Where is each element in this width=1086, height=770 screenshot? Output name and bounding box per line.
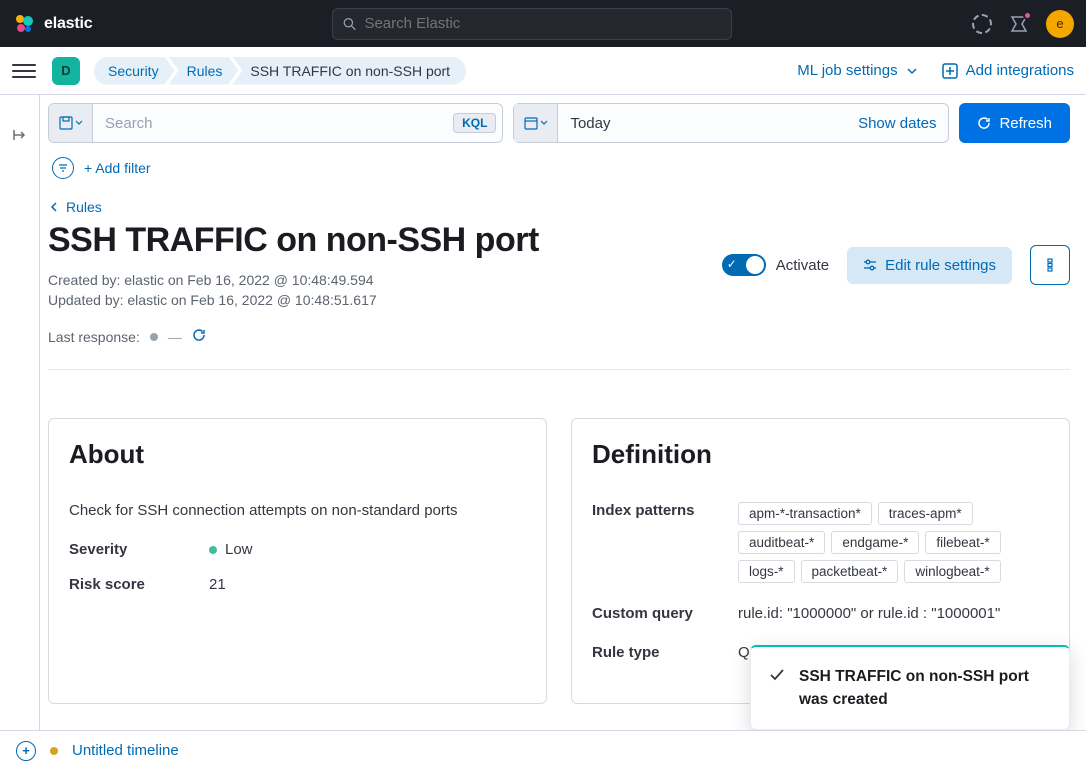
status-dot: [150, 333, 158, 341]
show-dates-button[interactable]: Show dates: [858, 115, 948, 132]
updated-by-text: Updated by: elastic on Feb 16, 2022 @ 10…: [48, 292, 698, 308]
controls-icon: [863, 258, 877, 272]
chevron-left-icon: [50, 202, 60, 212]
index-patterns-label: Index patterns: [592, 502, 738, 519]
breadcrumb: Security Rules SSH TRAFFIC on non-SSH po…: [94, 57, 466, 85]
toast-message: SSH TRAFFIC on non-SSH port was created: [799, 665, 1051, 712]
about-description: Check for SSH connection attempts on non…: [69, 502, 526, 519]
user-avatar[interactable]: e: [1046, 10, 1074, 38]
query-bar: KQL: [48, 103, 503, 143]
notification-dot: [1023, 11, 1032, 20]
definition-title: Definition: [592, 439, 1049, 470]
pattern-chip: winlogbeat-*: [904, 560, 1000, 583]
global-search[interactable]: [332, 8, 732, 40]
space-badge[interactable]: D: [52, 57, 80, 85]
severity-dot: [209, 546, 217, 554]
save-icon: [59, 116, 73, 130]
risk-score-label: Risk score: [69, 576, 209, 593]
breadcrumb-rules[interactable]: Rules: [169, 57, 239, 85]
more-actions-button[interactable]: [1030, 245, 1070, 285]
refresh-button[interactable]: Refresh: [959, 103, 1070, 143]
rule-type-label: Rule type: [592, 644, 738, 661]
severity-value: Low: [225, 541, 253, 558]
pattern-chip: auditbeat-*: [738, 531, 825, 554]
timeline-status-dot: [50, 747, 58, 755]
kql-toggle[interactable]: KQL: [453, 113, 496, 133]
severity-label: Severity: [69, 541, 209, 558]
check-icon: [769, 667, 785, 712]
chevron-down-icon: [906, 65, 918, 77]
collapsed-sidebar: [0, 95, 40, 730]
help-icon[interactable]: [972, 14, 992, 34]
pattern-chip: filebeat-*: [925, 531, 1000, 554]
sub-nav: D Security Rules SSH TRAFFIC on non-SSH …: [0, 47, 1086, 95]
index-patterns-list: apm-*-transaction* traces-apm* auditbeat…: [738, 502, 1049, 583]
breadcrumb-security[interactable]: Security: [94, 57, 175, 85]
calendar-icon: [524, 116, 538, 130]
timeline-footer: + Untitled timeline: [0, 730, 1086, 770]
chevron-down-icon: [540, 119, 548, 127]
about-panel: About Check for SSH connection attempts …: [48, 418, 547, 704]
created-by-text: Created by: elastic on Feb 16, 2022 @ 10…: [48, 272, 698, 288]
custom-query-value: rule.id: "1000000" or rule.id : "1000001…: [738, 605, 1049, 622]
saved-query-button[interactable]: [49, 104, 93, 142]
last-response-value: —: [168, 329, 182, 345]
pattern-chip: packetbeat-*: [801, 560, 899, 583]
pattern-chip: traces-apm*: [878, 502, 973, 525]
refresh-status-button[interactable]: [192, 328, 206, 345]
pattern-chip: apm-*-transaction*: [738, 502, 872, 525]
success-toast[interactable]: SSH TRAFFIC on non-SSH port was created: [750, 645, 1070, 731]
sidebar-expand-icon[interactable]: [12, 127, 28, 730]
plus-in-square-icon: [942, 63, 958, 79]
boxes-vertical-icon: [1043, 258, 1057, 272]
add-integrations-button[interactable]: Add integrations: [942, 62, 1074, 79]
about-title: About: [69, 439, 526, 470]
pattern-chip: logs-*: [738, 560, 795, 583]
refresh-icon: [977, 116, 991, 130]
filter-options-icon[interactable]: [52, 157, 74, 179]
date-picker[interactable]: Today Show dates: [513, 103, 949, 143]
global-search-input[interactable]: [364, 15, 721, 32]
elastic-logo-icon: [12, 12, 36, 36]
edit-rule-button[interactable]: Edit rule settings: [847, 247, 1012, 284]
date-range-value[interactable]: Today: [558, 104, 858, 142]
breadcrumb-current: SSH TRAFFIC on non-SSH port: [232, 57, 466, 85]
date-quick-button[interactable]: [514, 104, 558, 142]
add-timeline-button[interactable]: +: [16, 741, 36, 761]
risk-score-value: 21: [209, 576, 526, 593]
nav-toggle-icon[interactable]: [12, 64, 36, 78]
logo-text: elastic: [44, 15, 92, 33]
pattern-chip: endgame-*: [831, 531, 919, 554]
newsfeed-icon[interactable]: [1010, 15, 1028, 33]
chevron-down-icon: [75, 119, 83, 127]
add-filter-button[interactable]: + Add filter: [84, 160, 151, 176]
back-to-rules-link[interactable]: Rules: [50, 199, 1070, 215]
activate-label: Activate: [776, 257, 829, 274]
custom-query-label: Custom query: [592, 605, 738, 622]
search-icon: [343, 17, 356, 31]
query-input[interactable]: [93, 104, 453, 142]
page-title: SSH TRAFFIC on non-SSH port: [48, 221, 698, 260]
last-response-label: Last response:: [48, 329, 140, 345]
ml-job-settings-button[interactable]: ML job settings: [797, 62, 917, 79]
global-header: elastic e: [0, 0, 1086, 47]
elastic-logo[interactable]: elastic: [12, 12, 92, 36]
timeline-link[interactable]: Untitled timeline: [72, 742, 179, 759]
activate-toggle[interactable]: ✓: [722, 254, 766, 276]
